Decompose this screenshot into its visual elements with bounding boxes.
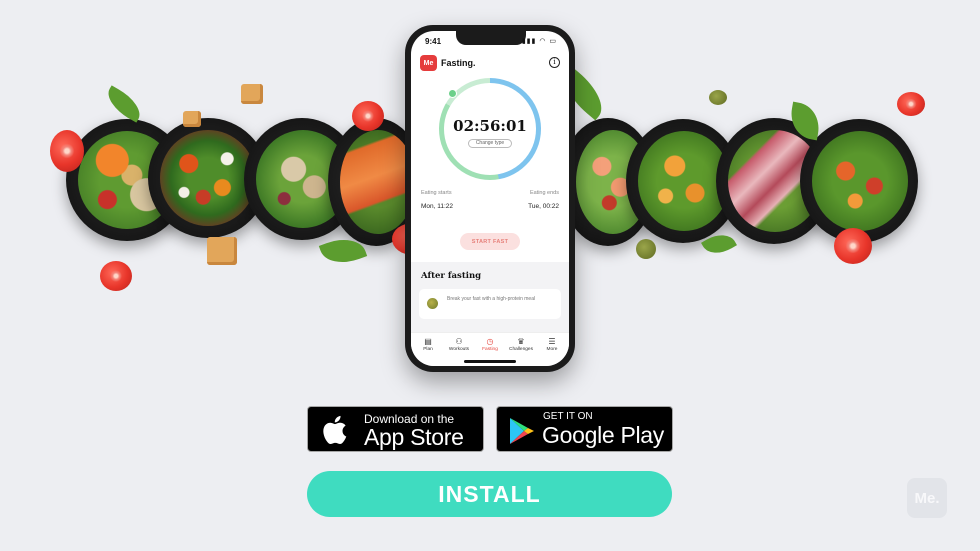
phone-screen: 9:41 ▮▮▮ ◠ ▭ Me Fasting. i 02:56:01 Chan… bbox=[411, 31, 569, 366]
meal-icon bbox=[427, 298, 438, 309]
phone-notch bbox=[456, 31, 526, 45]
mixed-salad-plate bbox=[800, 119, 918, 243]
info-icon[interactable]: i bbox=[549, 57, 560, 68]
ad-stage: 9:41 ▮▮▮ ◠ ▭ Me Fasting. i 02:56:01 Chan… bbox=[0, 0, 980, 551]
olive bbox=[636, 239, 656, 259]
eating-starts-label: Eating starts bbox=[421, 190, 452, 196]
eating-ends-label: Eating ends bbox=[529, 190, 559, 196]
status-time: 9:41 bbox=[425, 37, 442, 46]
tab-challenges[interactable]: ♛ Challenges bbox=[506, 336, 536, 352]
app-header: Me Fasting. i bbox=[420, 55, 560, 73]
google-title: Google Play bbox=[542, 422, 664, 448]
apple-icon bbox=[323, 415, 347, 445]
eating-ends-value[interactable]: Tue, 00:22 bbox=[528, 203, 559, 210]
workouts-icon: ⚇ bbox=[455, 337, 463, 346]
app-title: Fasting. bbox=[441, 58, 476, 68]
challenges-icon: ♛ bbox=[517, 337, 525, 346]
eating-starts-value[interactable]: Mon, 11:22 bbox=[421, 203, 453, 210]
corner-brand-logo: Me. bbox=[907, 478, 947, 518]
app-logo: Me bbox=[420, 55, 437, 71]
after-fasting-title: After fasting bbox=[421, 271, 482, 281]
herb-leaf bbox=[101, 85, 147, 123]
tab-label: Workouts bbox=[448, 347, 470, 352]
tab-label: Challenges bbox=[508, 347, 533, 352]
tomato-slice bbox=[352, 101, 384, 131]
app-store-button[interactable]: Download on the App Store bbox=[307, 406, 484, 452]
tab-workouts[interactable]: ⚇ Workouts bbox=[444, 336, 474, 352]
tab-fasting[interactable]: ◷ Fasting bbox=[475, 336, 505, 352]
tip-text: Break your fast with a high-protein meal bbox=[447, 296, 536, 302]
change-type-button[interactable]: Change type bbox=[468, 139, 512, 148]
heart-marker-icon bbox=[448, 89, 457, 98]
appstore-title: App Store bbox=[364, 424, 464, 450]
tab-more[interactable]: ☰ More bbox=[537, 336, 567, 352]
tab-plan[interactable]: ▤ Plan bbox=[413, 336, 443, 352]
install-button[interactable]: INSTALL bbox=[307, 471, 672, 517]
google-play-icon bbox=[510, 418, 534, 444]
tip-card[interactable]: Break your fast with a high-protein meal bbox=[419, 289, 561, 319]
tomato-slice bbox=[50, 130, 84, 172]
crouton bbox=[207, 237, 237, 265]
fasting-progress-ring: 02:56:01 Change type bbox=[439, 78, 541, 180]
tab-label: Fasting bbox=[482, 347, 498, 352]
crouton bbox=[183, 111, 201, 127]
fasting-timer: 02:56:01 bbox=[453, 117, 527, 135]
olive bbox=[709, 90, 727, 105]
crouton bbox=[241, 84, 263, 104]
home-indicator bbox=[464, 360, 516, 363]
start-fast-button[interactable]: START FAST bbox=[460, 233, 520, 250]
google-play-button[interactable]: GET IT ON Google Play bbox=[496, 406, 673, 452]
tab-bar: ▤ Plan ⚇ Workouts ◷ Fasting ♛ Challenges… bbox=[411, 332, 569, 366]
menu-icon: ☰ bbox=[548, 337, 556, 346]
tomato-slice bbox=[834, 228, 872, 264]
tomato-slice bbox=[897, 92, 925, 116]
plan-icon: ▤ bbox=[424, 337, 432, 346]
fasting-icon: ◷ bbox=[486, 337, 494, 346]
tomato-slice bbox=[100, 261, 132, 291]
tab-label: Plan bbox=[423, 347, 433, 352]
tab-label: More bbox=[546, 347, 558, 352]
after-fasting-section: After fasting Break your fast with a hig… bbox=[411, 262, 569, 332]
phone-mockup: 9:41 ▮▮▮ ◠ ▭ Me Fasting. i 02:56:01 Chan… bbox=[405, 25, 575, 372]
google-caption: GET IT ON bbox=[543, 411, 593, 422]
status-icons: ▮▮▮ ◠ ▭ bbox=[521, 38, 557, 45]
